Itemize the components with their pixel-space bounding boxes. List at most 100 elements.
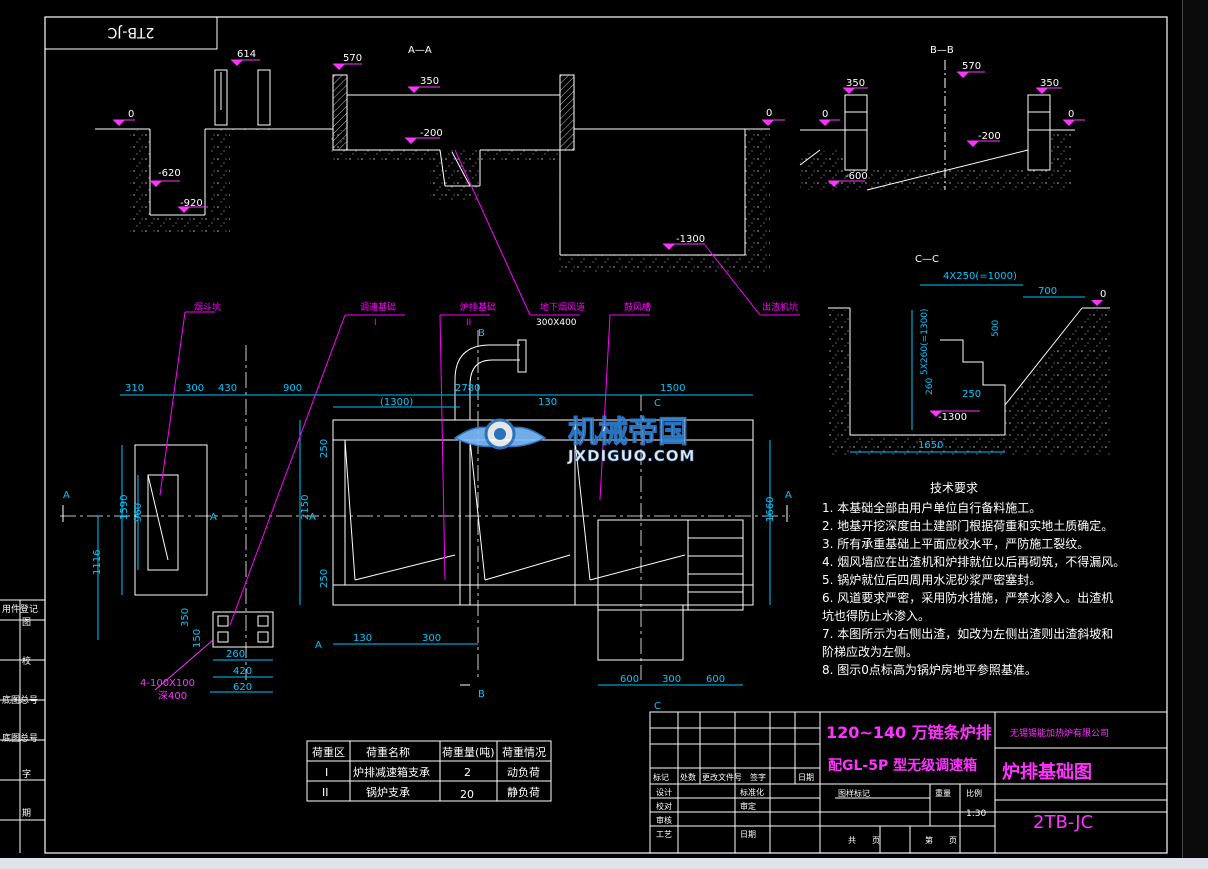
sheet-total: 共 页 — [848, 836, 880, 845]
callout-label: II — [466, 318, 471, 328]
tech-item: 坑也得防止水渗入。 — [822, 608, 930, 623]
load-table: 荷重区 荷重名称 荷重量(吨) 荷重情况 I 炉排减速箱支承 2 动负荷 II … — [306, 740, 552, 802]
rev-header: 处数 — [680, 772, 696, 782]
dim-label: 1500 — [660, 383, 685, 394]
section-mark: C — [654, 398, 661, 409]
dim-label: 250 — [319, 439, 330, 458]
dim-label: 260 — [226, 649, 245, 660]
elev-label: 350 — [846, 78, 865, 89]
dim-label: 300 — [185, 383, 204, 394]
callout-label: I — [374, 318, 377, 328]
strip-label: 用件登记 — [2, 603, 38, 615]
tech-item: 8. 图示0点标高为锅炉房地平参照基准。 — [822, 662, 1037, 677]
dim-label: 130 — [353, 633, 372, 644]
mirrored-code: 2TB-JC — [107, 24, 154, 40]
project-line1: 120~140 万链条炉排 — [826, 723, 992, 742]
callout-label: 地下烟风道 — [540, 301, 585, 313]
rev-header: 签字 — [750, 772, 766, 782]
elev-label: -200 — [978, 131, 1001, 142]
callout-label: 调速基础 — [360, 301, 396, 313]
dim-label: 250 — [319, 569, 330, 588]
watermark-site: JXDIGUO.COM — [567, 447, 695, 465]
dim-label: 350 — [180, 608, 191, 627]
dim-label: 1116 — [92, 550, 103, 575]
table-cell: I — [325, 766, 328, 779]
dim-label: 4X250(=1000) — [943, 271, 1017, 282]
elev-label: 570 — [962, 61, 981, 72]
dim-label: (1300) — [380, 397, 413, 408]
sheet-no: 第 页 — [925, 835, 957, 845]
drawing-name: 炉排基础图 — [1002, 761, 1092, 783]
callout-label: 烟斗坑 — [194, 301, 221, 313]
section-aa-title: A—A — [408, 45, 432, 56]
tech-item: 7. 本图所示为右侧出渣，如改为左侧出渣则出渣斜坡和 — [822, 626, 1113, 641]
elev-label: -1300 — [938, 412, 967, 423]
callout-label: 出渣机坑 — [762, 301, 798, 313]
section-aa: A—A 0 614 570 350 -200 -620 -920 -1300 0 — [95, 45, 785, 272]
section-cc: C—C 4X250(=1000) 700 0 500 5X260(=1300) … — [828, 254, 1110, 455]
bolt-note: 深400 — [158, 690, 187, 702]
callout-label: 300X400 — [536, 318, 577, 328]
role-label: 设计 — [656, 787, 672, 797]
elev-label: -200 — [420, 128, 443, 139]
role-label: 审核 — [656, 815, 672, 825]
dim-label: 420 — [233, 666, 252, 677]
plan-view: 310 300 430 900 2780 1500 (1300) 130 159… — [60, 328, 792, 712]
table-cell: 动负荷 — [507, 765, 540, 779]
dim-label: 900 — [283, 383, 302, 394]
table-header: 荷重区 — [312, 745, 345, 759]
cad-drawing: 2TB-JC 用件登记 图 校 底图总号 底图总号 字 期 A—A 0 614 … — [0, 16, 1168, 854]
dim-label: 300 — [422, 633, 441, 644]
project-line2: 配GL-5P 型无级调速箱 — [828, 757, 977, 774]
title-block: 标记 处数 更改文件号 签字 日期 设计 校对 审核 工艺 标准化 审定 日期 … — [649, 711, 1168, 854]
dim-label: 2780 — [455, 383, 480, 394]
tech-item: 4. 烟风墙应在出渣机和炉排就位以后再砌筑，不得漏风。 — [822, 554, 1125, 569]
scale-label: 比例 — [966, 788, 982, 798]
stage-label: 图样标记 — [838, 788, 870, 798]
tech-item: 1. 本基础全部由用户单位自行备料施工。 — [822, 500, 1041, 515]
dim-label: 960 — [133, 503, 144, 522]
role-label: 标准化 — [740, 787, 764, 797]
dim-label: 250 — [962, 389, 981, 400]
section-mark: B — [478, 689, 485, 700]
section-mark: A — [210, 512, 217, 523]
soil-fill — [828, 310, 1110, 455]
company-name: 无锡锡能加热炉有限公司 — [1010, 727, 1109, 739]
dim-label: 150 — [192, 629, 203, 648]
dim-label: 700 — [1038, 286, 1057, 297]
table-header: 荷重量(吨) — [442, 745, 495, 759]
dim-label: 430 — [218, 383, 237, 394]
table-header: 荷重情况 — [502, 745, 546, 759]
elev-label: -600 — [845, 171, 868, 182]
bolt-note: 4-100X100 — [140, 678, 195, 689]
callout-label: 炉排基础 — [460, 301, 496, 313]
dim-label: 1590 — [119, 495, 130, 520]
role-label: 日期 — [740, 830, 756, 839]
strip-label: 期 — [22, 808, 31, 819]
elev-label: 0 — [766, 108, 772, 119]
weight-label: 重量 — [935, 788, 951, 798]
elev-label: -620 — [158, 168, 181, 179]
technical-requirements: 技术要求 1. 本基础全部由用户单位自行备料施工。 2. 地基开挖深度由土建部门… — [822, 481, 1125, 677]
rev-header: 标记 — [653, 772, 669, 782]
elev-label: -920 — [180, 198, 203, 209]
scale-value: 1:30 — [966, 809, 986, 819]
dim-label: 600 — [620, 674, 639, 685]
section-bb-title: B—B — [930, 45, 954, 56]
section-mark: A — [309, 512, 316, 523]
watermark: 机械帝国 JXDIGUO.COM — [453, 415, 695, 465]
strip-label: 图 — [22, 617, 31, 628]
dim-label: 620 — [233, 682, 252, 693]
dim-label: 500 — [991, 320, 1001, 337]
table-cell: 20 — [460, 788, 474, 801]
strip-label: 底图总号 — [2, 694, 38, 706]
section-bb: B—B 350 570 350 0 0 -200 -600 — [799, 45, 1085, 191]
role-label: 工艺 — [656, 830, 672, 839]
drawing-code: 2TB-JC — [1033, 812, 1093, 833]
table-cell: 2 — [464, 766, 471, 779]
tech-item: 3. 所有承重基础上平面应校水平，严防施工裂纹。 — [822, 536, 1089, 551]
table-cell: 炉排减速箱支承 — [353, 765, 430, 779]
tech-item: 5. 锅炉就位后四周用水泥砂浆严密塞封。 — [822, 572, 1041, 587]
elev-label: -1300 — [676, 234, 705, 245]
dim-label: 300 — [662, 674, 681, 685]
